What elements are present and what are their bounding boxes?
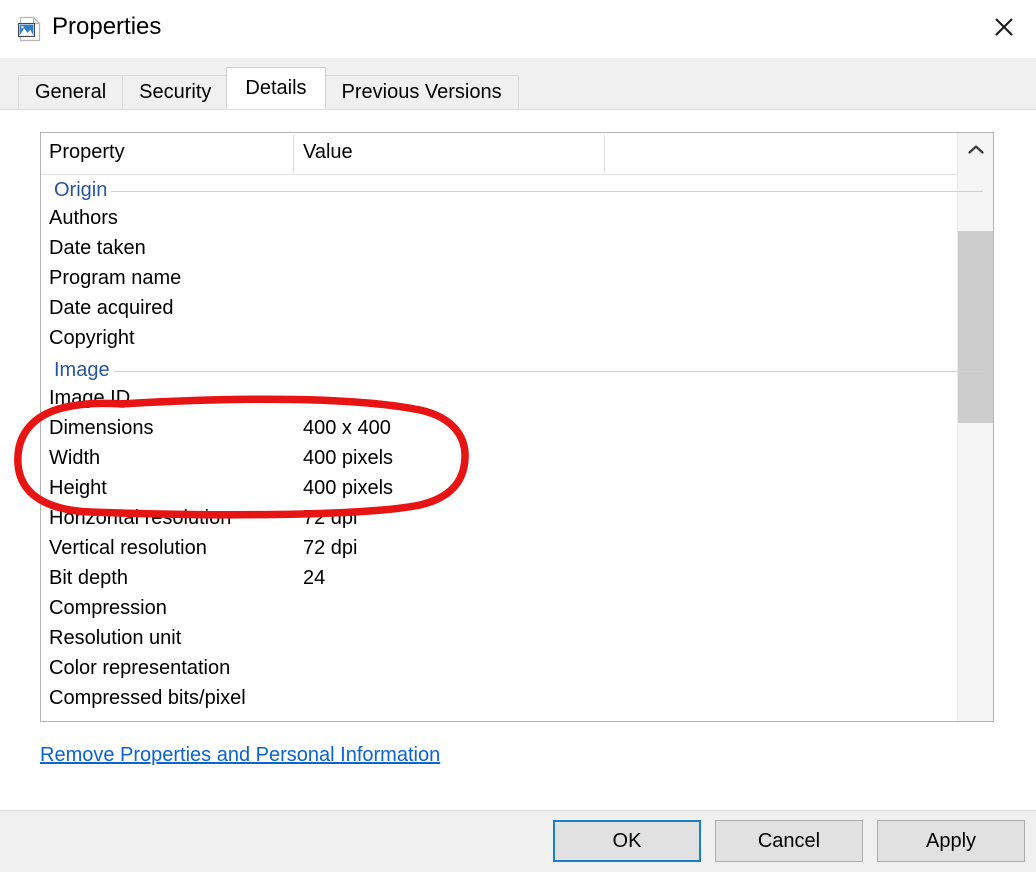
close-icon	[995, 18, 1013, 36]
property-name: Bit depth	[49, 567, 128, 589]
property-name: Authors	[49, 207, 118, 229]
property-name: Height	[49, 477, 107, 499]
property-row[interactable]: Authors	[41, 205, 993, 235]
tab-general[interactable]: General	[18, 75, 124, 109]
property-row[interactable]: Copyright	[41, 325, 993, 355]
title-bar: Properties	[0, 0, 1036, 58]
property-row[interactable]: Program name	[41, 265, 993, 295]
group-divider-line	[54, 371, 983, 372]
property-row[interactable]: Compression	[41, 595, 993, 625]
tab-strip: General Security Details Previous Versions	[0, 58, 1036, 110]
property-value[interactable]: 72 dpi	[303, 507, 358, 530]
image-file-icon	[16, 15, 44, 43]
property-row[interactable]: Date acquired	[41, 295, 993, 325]
column-divider-2[interactable]	[604, 135, 605, 173]
property-rows: Origin Authors Date taken Program name Date …	[41, 175, 993, 715]
property-name: Compressed bits/pixel	[49, 687, 246, 709]
property-row[interactable]: Width 400 pixels	[41, 445, 993, 475]
property-row[interactable]: Resolution unit	[41, 625, 993, 655]
property-name: Copyright	[49, 327, 135, 349]
tab-list: General Security Details Previous Versions	[18, 67, 519, 109]
property-row[interactable]: Image ID	[41, 385, 993, 415]
property-name: Resolution unit	[49, 627, 182, 649]
property-name: Date taken	[49, 237, 146, 259]
ok-button[interactable]: OK	[553, 820, 701, 862]
property-row[interactable]: Compressed bits/pixel	[41, 685, 993, 715]
property-name: Compression	[49, 597, 167, 619]
property-name: Color representation	[49, 657, 231, 679]
remove-properties-link[interactable]: Remove Properties and Personal Informati…	[40, 744, 440, 767]
property-row[interactable]: Date taken	[41, 235, 993, 265]
property-value[interactable]: 72 dpi	[303, 537, 358, 560]
property-group-header: Image	[41, 355, 993, 385]
properties-dialog: Properties General Security Details Previou…	[0, 0, 1036, 872]
property-value[interactable]: 400 x 400	[303, 417, 391, 440]
chevron-up-icon	[968, 145, 984, 154]
property-row[interactable]: Color representation	[41, 655, 993, 685]
property-list[interactable]: Property Value Origin Authors Date taken Pr…	[40, 132, 994, 722]
property-name: Date acquired	[49, 297, 174, 319]
property-row[interactable]: Vertical resolution 72 dpi	[41, 535, 993, 565]
dialog-body: Property Value Origin Authors Date taken Pr…	[0, 110, 1036, 810]
property-list-header: Property Value	[41, 133, 993, 175]
property-row[interactable]: Dimensions 400 x 400	[41, 415, 993, 445]
scroll-up-button[interactable]	[958, 133, 993, 167]
property-row[interactable]: Height 400 pixels	[41, 475, 993, 505]
property-name: Horizontal resolution	[49, 507, 232, 529]
property-name: Width	[49, 447, 101, 469]
group-divider-line	[54, 191, 983, 192]
scrollbar-thumb[interactable]	[958, 231, 993, 423]
property-value[interactable]: 24	[303, 567, 325, 590]
page-title: Properties	[52, 13, 162, 40]
column-header-property[interactable]: Property	[49, 141, 125, 164]
tab-security[interactable]: Security	[122, 75, 229, 109]
dialog-footer: OK Cancel Apply	[0, 810, 1036, 872]
property-name: Dimensions	[49, 417, 154, 439]
column-divider-1[interactable]	[293, 135, 294, 173]
close-button[interactable]	[978, 4, 1030, 50]
cancel-button[interactable]: Cancel	[715, 820, 863, 862]
group-label: Origin	[54, 178, 112, 202]
vertical-scrollbar[interactable]	[957, 133, 993, 721]
property-row[interactable]: Horizontal resolution 72 dpi	[41, 505, 993, 535]
property-group-header: Origin	[41, 175, 993, 205]
tab-details[interactable]: Details	[226, 67, 326, 109]
property-name: Vertical resolution	[49, 537, 207, 559]
apply-button[interactable]: Apply	[877, 820, 1025, 862]
property-value[interactable]: 400 pixels	[303, 447, 393, 470]
property-value[interactable]: 400 pixels	[303, 477, 393, 500]
property-name: Program name	[49, 267, 182, 289]
property-row[interactable]: Bit depth 24	[41, 565, 993, 595]
group-label: Image	[54, 358, 114, 382]
tab-previous-versions[interactable]: Previous Versions	[324, 75, 519, 109]
property-name: Image ID	[49, 387, 131, 409]
column-header-value[interactable]: Value	[303, 141, 353, 164]
